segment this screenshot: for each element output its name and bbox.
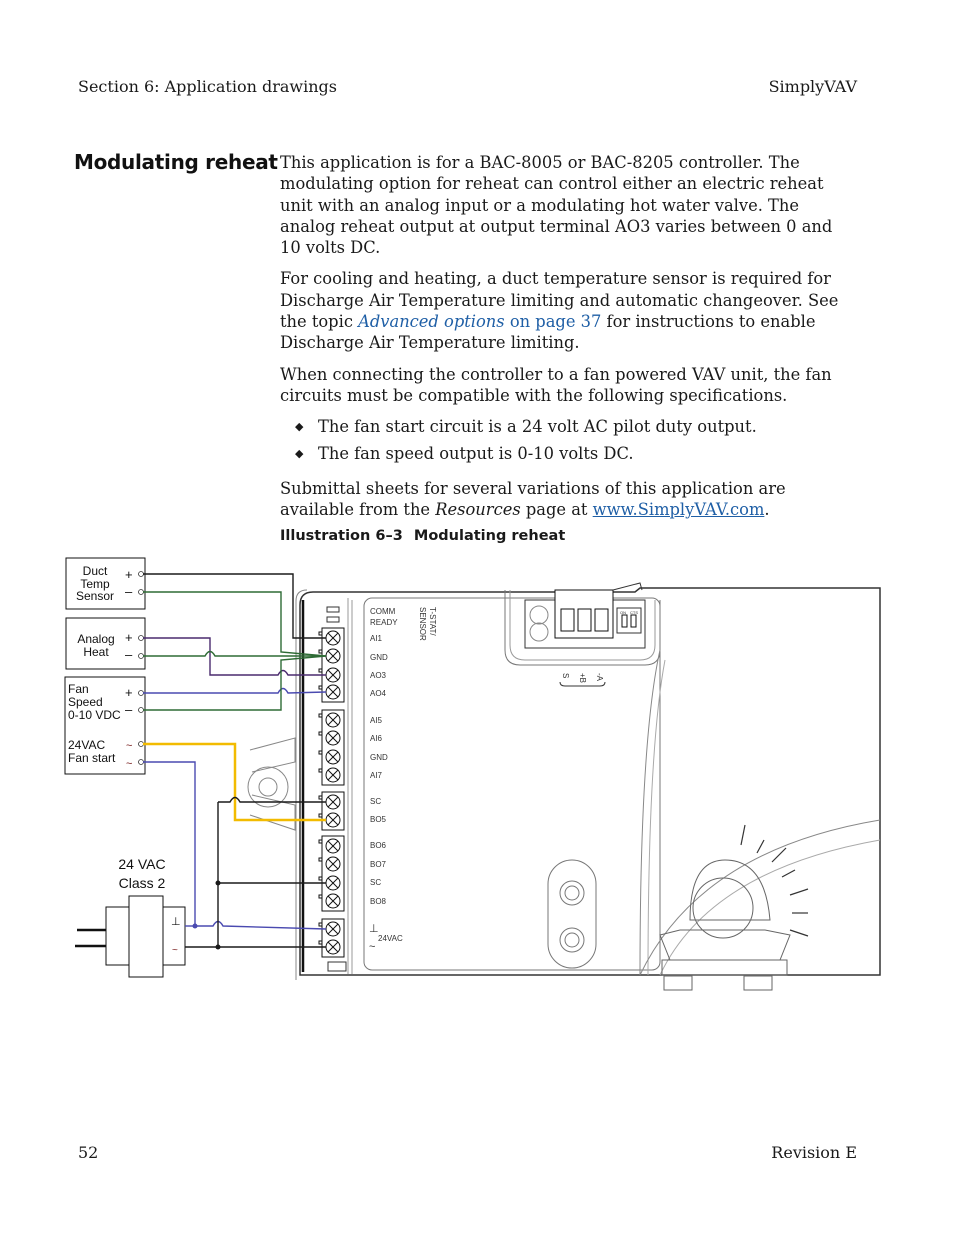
list-item-text: The fan start circuit is a 24 volt AC pi… — [318, 417, 757, 437]
list-item-text: The fan speed output is 0-10 volts DC. — [318, 443, 634, 463]
terminal-label: AI7 — [370, 771, 383, 780]
ac-symbol-icon: ~ — [172, 945, 178, 956]
fan-speed-plus-wire — [143, 687, 327, 694]
duct-sensor-minus-wire — [143, 591, 327, 657]
list-item: ◆ The fan speed output is 0-10 volts DC. — [295, 443, 858, 464]
section-title: Modulating reheat — [74, 150, 278, 174]
junction-dot — [215, 944, 221, 950]
ac-terminal: ~ — [126, 740, 132, 752]
comm-label-s: S — [561, 673, 570, 678]
junction-dot — [192, 923, 198, 929]
paragraph-submittals: Submittal sheets for several variations … — [280, 478, 858, 521]
dip-cts-label: CTS — [630, 610, 638, 615]
caption-number: Illustration 6–3 — [280, 528, 403, 544]
ground-symbol-icon: ⊥ — [171, 916, 181, 928]
duct-temp-sensor: Duct Temp Sensor + – — [65, 557, 146, 610]
minus-terminal: – — [125, 584, 133, 599]
header-section: Section 6: Application drawings — [78, 77, 337, 96]
terminal-label: AI6 — [370, 734, 383, 743]
minus-terminal: – — [125, 702, 133, 717]
junction-dot — [215, 880, 221, 886]
terminal-label: AI1 — [370, 634, 383, 643]
simplyvav-website-link[interactable]: www.SimplyVAV.com — [593, 500, 765, 519]
terminal-block — [321, 791, 345, 831]
sensor-header-label: SENSOR — [418, 607, 427, 641]
terminal-label: BO5 — [370, 815, 387, 824]
wiring-diagram: COMM READY T-STAT/ SENSOR AI1 GND AO3 AO… — [64, 557, 881, 991]
transformer-24vac: 24 VAC Class 2 ⊥ ~ — [75, 856, 186, 978]
device-label: 0-10 VDC — [68, 708, 121, 722]
paragraph-fan-circuits: When connecting the controller to a fan … — [280, 364, 832, 405]
transformer-label: 24 VAC — [118, 856, 165, 872]
p4-text-after: . — [764, 500, 770, 520]
terminal-block — [321, 835, 345, 912]
comm-label-b: +B — [578, 673, 587, 683]
minus-terminal: – — [125, 647, 133, 662]
field-devices: Duct Temp Sensor + – Analog Heat + – Fan… — [64, 557, 146, 775]
fan-start-wire — [143, 742, 326, 822]
illustration-caption: Illustration 6–3 Modulating reheat — [280, 528, 565, 544]
advanced-options-link[interactable]: Advanced options on page 37 — [358, 312, 601, 331]
plus-terminal: + — [125, 685, 133, 700]
caption-title: Modulating reheat — [413, 528, 566, 544]
diamond-bullet-icon: ◆ — [295, 446, 304, 460]
terminal-label: AO3 — [370, 671, 387, 680]
terminal-label: SC — [370, 797, 381, 806]
header-product: SimplyVAV — [768, 77, 857, 96]
terminal-block — [321, 709, 345, 786]
ac-symbol-icon: ~ — [369, 941, 375, 953]
p4-text-mid: page at — [520, 500, 593, 520]
terminal-block — [321, 627, 345, 703]
device-label: Duct — [83, 564, 108, 578]
ready-led-label: READY — [370, 618, 398, 627]
diamond-bullet-icon: ◆ — [295, 420, 304, 434]
fan-spec-list: ◆ The fan start circuit is a 24 volt AC p… — [280, 416, 858, 464]
wires — [143, 573, 327, 950]
list-item: ◆ The fan start circuit is a 24 volt AC p… — [295, 416, 858, 437]
device-label: 24VAC — [68, 738, 105, 752]
fan-controller: Fan Speed 0-10 VDC + – 24VAC Fan start ~… — [64, 676, 146, 775]
comm-label-a: -A — [595, 673, 604, 682]
terminal-label: AO4 — [370, 689, 387, 698]
terminal-labels: COMM READY T-STAT/ SENSOR AI1 GND AO3 AO… — [369, 607, 638, 953]
analog-heat: Analog Heat + – — [65, 617, 146, 670]
device-label: Speed — [68, 695, 103, 709]
device-label: Fan start — [68, 751, 116, 765]
tstat-header-label: T-STAT/ — [428, 607, 437, 636]
device-label: Fan — [68, 682, 89, 696]
terminal-label: BO7 — [370, 860, 387, 869]
ac-terminal: ~ — [126, 758, 132, 770]
comm-led-label: COMM — [370, 607, 396, 616]
terminal-blocks — [318, 627, 345, 958]
terminal-label: SC — [370, 878, 381, 887]
advanced-options-link-title[interactable]: Advanced options — [358, 312, 505, 331]
controller-housing — [247, 582, 881, 991]
footer-page-number: 52 — [78, 1143, 99, 1162]
fan-speed-minus-wire — [143, 655, 327, 711]
terminal-label: AI5 — [370, 716, 383, 725]
device-label: Sensor — [76, 589, 114, 603]
footer-revision: Revision E — [771, 1143, 857, 1162]
advanced-options-link-page[interactable]: on page 37 — [505, 312, 602, 331]
duct-sensor-plus-wire — [143, 573, 326, 639]
terminal-label: GND — [370, 753, 388, 762]
dip-on-label: ON — [620, 610, 626, 615]
terminal-label: BO8 — [370, 897, 387, 906]
plus-terminal: + — [125, 567, 133, 582]
device-label: Analog — [77, 632, 114, 646]
terminal-block — [321, 918, 345, 958]
resources-emphasis: Resources — [435, 500, 521, 520]
power-label: 24VAC — [378, 934, 403, 943]
terminal-label: GND — [370, 653, 388, 662]
plus-terminal: + — [125, 630, 133, 645]
body-text: This application is for a BAC-8005 or BA… — [280, 152, 858, 530]
paragraph-intro: This application is for a BAC-8005 or BA… — [280, 153, 833, 258]
device-label: Heat — [83, 645, 109, 659]
device-connection-points — [138, 571, 144, 765]
terminal-label: BO6 — [370, 841, 387, 850]
transformer-label: Class 2 — [119, 875, 166, 891]
paragraph-duct-sensor: For cooling and heating, a duct temperat… — [280, 268, 858, 353]
